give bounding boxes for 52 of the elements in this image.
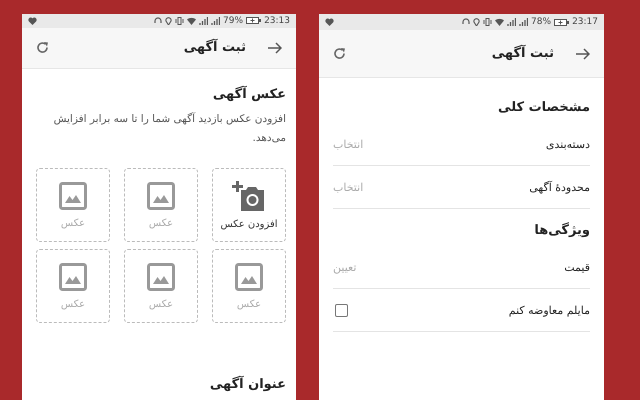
image-icon: [235, 262, 263, 290]
form-row[interactable]: دسته‌بندی انتخاب: [333, 123, 590, 166]
image-icon: [59, 182, 87, 210]
vibrate-icon: [175, 16, 184, 25]
refresh-icon[interactable]: [333, 47, 346, 60]
signal-icon: [211, 16, 220, 25]
field-value: تعیین: [333, 260, 356, 274]
battery-percent: 79%: [223, 16, 244, 26]
form-row[interactable]: محدودهٔ آگهی انتخاب: [333, 166, 590, 209]
clock-time: 23:17: [572, 17, 598, 27]
location-icon: [473, 18, 480, 26]
field-label: دسته‌بندی: [544, 138, 590, 150]
wifi-icon: [495, 18, 504, 26]
clock-time: 23:13: [264, 16, 290, 26]
refresh-icon[interactable]: [36, 41, 49, 54]
photo-slot[interactable]: عکس: [212, 249, 286, 323]
image-icon: [147, 182, 175, 210]
back-arrow-icon[interactable]: [268, 42, 282, 54]
toolbar-title: ثبت آگهی: [490, 46, 554, 61]
photo-slot[interactable]: عکس: [36, 168, 110, 242]
battery-icon: [246, 17, 262, 24]
signal-icon: [519, 18, 528, 26]
signal-icon: [507, 18, 516, 26]
battery-percent: 78%: [531, 17, 552, 27]
field-label: محدودهٔ آگهی: [528, 180, 590, 194]
checkbox-label: مایلم معاوضه کنم: [508, 304, 590, 316]
section-heading: ویژگی‌ها: [533, 223, 590, 238]
battery-icon: [554, 18, 570, 26]
form-row[interactable]: قیمت تعیین: [333, 246, 590, 289]
image-icon: [59, 262, 87, 290]
section-heading: مشخصات کلی: [497, 100, 590, 115]
section-heading: عکس آگهی: [212, 87, 286, 102]
section-description: افزودن عکس بازدید آگهی شما را تا سه برابر افزایش می‌دهد.: [52, 111, 286, 146]
field-value: انتخاب: [333, 138, 364, 150]
field-label: قیمت: [563, 260, 590, 274]
wifi-icon: [187, 16, 196, 25]
signal-icon: [199, 16, 208, 25]
add-photo-button[interactable]: افزودن عکس: [212, 168, 286, 242]
toolbar-title: ثبت آگهی: [182, 40, 246, 56]
heart-icon: [28, 16, 37, 25]
photo-slot[interactable]: عکس: [124, 249, 198, 323]
vibrate-icon: [483, 18, 492, 26]
photo-slot[interactable]: عکس: [36, 249, 110, 323]
heart-icon: [325, 18, 334, 26]
checkbox[interactable]: [335, 304, 348, 316]
photo-slot[interactable]: عکس: [124, 168, 198, 242]
field-value: انتخاب: [333, 180, 364, 194]
add-photo-icon: [232, 180, 266, 210]
location-icon: [165, 16, 172, 25]
section-heading: عنوان آگهی: [208, 377, 286, 392]
image-icon: [147, 262, 175, 290]
back-arrow-icon[interactable]: [576, 48, 590, 60]
